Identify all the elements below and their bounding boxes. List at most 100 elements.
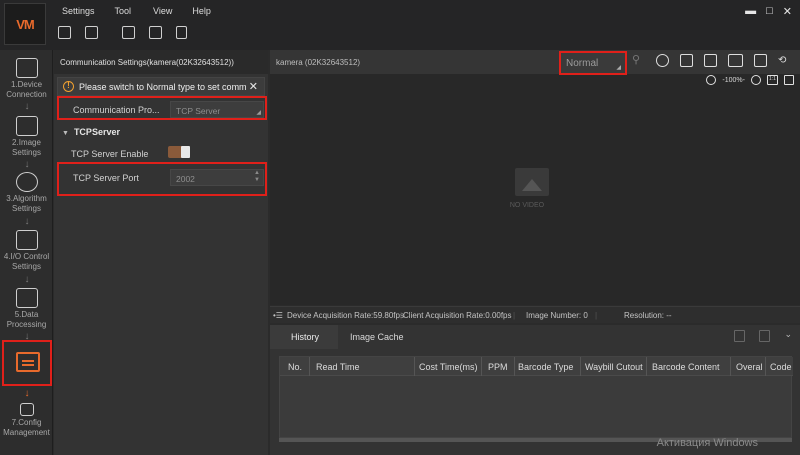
- viewer-toolbar: kamera (02K32643512) Normal ◢ ⚲ ⟲: [270, 50, 800, 75]
- zoom-level: -100%-: [722, 76, 745, 84]
- step-label: 4.I/O Control Settings: [3, 252, 50, 271]
- warning-banner: ! Please switch to Normal type to set co…: [57, 77, 265, 96]
- history-actions: ⌄: [734, 329, 792, 342]
- record-icon[interactable]: [656, 54, 669, 67]
- col-overall[interactable]: Overal: [736, 362, 763, 372]
- camera-snapshot-icon[interactable]: [704, 54, 717, 67]
- windows-activation-watermark: Активация Windows: [656, 437, 758, 449]
- minimize-button[interactable]: ▬: [745, 5, 756, 18]
- col-code[interactable]: Code: [770, 362, 792, 372]
- step-device-connection[interactable]: 1.Device Connection: [0, 58, 53, 100]
- table-header: No. Read Time Cost Time(ms) PPM Barcode …: [280, 357, 793, 376]
- col-ppm[interactable]: PPM: [488, 362, 508, 372]
- step-io-control[interactable]: 4.I/O Control Settings: [0, 230, 53, 272]
- io-control-icon: [15, 230, 38, 250]
- viewer-icons: ⚲ ⟲: [632, 54, 800, 67]
- dropdown-corner-icon: ◢: [616, 65, 621, 71]
- app-window: VM Settings Tool View Help ▬ □ ✕ 1.Devic…: [0, 0, 800, 455]
- chevron-down-icon[interactable]: ⌄: [784, 329, 792, 342]
- col-no[interactable]: No.: [288, 362, 302, 372]
- warning-icon: !: [63, 81, 74, 92]
- spinner-icon[interactable]: ▲ ▼: [254, 170, 260, 184]
- add-device-icon[interactable]: [58, 26, 71, 39]
- step-label: 3.Algorithm Settings: [6, 194, 47, 213]
- tcpserver-section[interactable]: ▼ TCPServer: [62, 127, 120, 137]
- col-barcode-type[interactable]: Barcode Type: [518, 362, 573, 372]
- port-row: TCP Server Port 2002 ▲ ▼: [57, 162, 267, 196]
- trigger-off-icon[interactable]: ⚲: [632, 54, 645, 67]
- viewer-title: kamera (02K32643512): [276, 58, 361, 67]
- fullscreen-icon[interactable]: [680, 54, 693, 67]
- maximize-button[interactable]: □: [766, 5, 773, 18]
- image-gear-icon: [15, 116, 38, 136]
- chart-icon[interactable]: [149, 26, 162, 39]
- col-waybill-cutout[interactable]: Waybill Cutout: [585, 362, 643, 372]
- remove-device-icon[interactable]: [85, 26, 98, 39]
- menu-settings[interactable]: Settings: [62, 6, 95, 16]
- step-config-management[interactable]: 7.Config Management: [0, 403, 53, 438]
- mode-select[interactable]: Normal ◢: [559, 51, 627, 75]
- close-button[interactable]: ✕: [783, 5, 792, 18]
- step-communication[interactable]: [2, 340, 52, 386]
- col-barcode-content[interactable]: Barcode Content: [652, 362, 720, 372]
- zoom-in-icon[interactable]: [751, 75, 761, 85]
- toolbar: [58, 26, 201, 39]
- camera-link-icon: [15, 58, 38, 78]
- menu-help[interactable]: Help: [192, 6, 211, 16]
- status-menu-icon[interactable]: •☰: [273, 311, 283, 320]
- rotate-icon[interactable]: ⟲: [778, 54, 791, 67]
- zoom-out-icon[interactable]: [706, 75, 717, 85]
- device-rate: Device Acquisition Rate:59.80fps: [287, 311, 404, 320]
- no-video-placeholder: NO VIDEO: [510, 168, 552, 209]
- collapse-caret-icon: ▼: [62, 130, 69, 137]
- layout-icon[interactable]: [122, 26, 135, 39]
- history-table: No. Read Time Cost Time(ms) PPM Barcode …: [279, 356, 793, 438]
- clipboard-icon[interactable]: [176, 26, 187, 39]
- communication-icon: [16, 352, 40, 372]
- panel-title: Communication Settings(kamera(02K3264351…: [54, 50, 268, 74]
- protocol-row: Communication Pro... TCP Server ◢: [57, 96, 267, 120]
- image-placeholder-icon: [515, 168, 549, 196]
- tab-image-cache[interactable]: Image Cache: [350, 332, 404, 342]
- communication-settings-panel: Communication Settings(kamera(02K3264351…: [54, 50, 268, 455]
- port-input[interactable]: 2002 ▲ ▼: [170, 169, 264, 186]
- step-label: 5.Data Processing: [6, 310, 47, 329]
- history-panel: History Image Cache ⌄ No. Read Time Cost…: [270, 325, 800, 455]
- tcp-enable-toggle[interactable]: [168, 146, 190, 158]
- no-video-text: NO VIDEO: [509, 202, 545, 209]
- menu-tool[interactable]: Tool: [115, 6, 132, 16]
- export-icon[interactable]: [734, 330, 746, 342]
- col-cost-time[interactable]: Cost Time(ms): [419, 362, 478, 372]
- app-logo: VM: [4, 3, 46, 45]
- config-icon: [19, 403, 34, 416]
- algorithm-icon: [15, 172, 38, 192]
- protocol-select[interactable]: TCP Server ◢: [170, 101, 264, 118]
- image-number: Image Number: 0: [526, 311, 588, 320]
- menu-view[interactable]: View: [153, 6, 172, 16]
- enable-label: TCP Server Enable: [71, 149, 149, 159]
- step-image-settings[interactable]: 2.Image Settings: [0, 116, 53, 158]
- window-controls: ▬ □ ✕: [745, 5, 792, 18]
- trash-icon[interactable]: [759, 330, 771, 342]
- grid-layout-icon[interactable]: [754, 54, 767, 67]
- warning-text: Please switch to Normal type to set comm: [79, 81, 247, 92]
- history-tabs: History Image Cache ⌄: [270, 325, 800, 349]
- step-algorithm-settings[interactable]: 3.Algorithm Settings: [0, 172, 53, 214]
- zoom-bar: -100%- 1:1: [706, 75, 794, 85]
- step-data-processing[interactable]: 5.Data Processing: [0, 288, 53, 330]
- tab-history[interactable]: History: [270, 325, 338, 349]
- arrow-down-icon: ↓: [24, 388, 30, 399]
- zoom-fit-button[interactable]: 1:1: [767, 75, 778, 85]
- camera-viewer: kamera (02K32643512) Normal ◢ ⚲ ⟲ -100%-…: [270, 50, 800, 305]
- data-processing-icon: [15, 288, 38, 308]
- step-label: 2.Image Settings: [12, 138, 41, 157]
- col-read-time[interactable]: Read Time: [316, 362, 360, 372]
- resolution: Resolution: --: [624, 311, 672, 320]
- arrow-down-icon: ↓: [24, 216, 30, 227]
- status-bar: •☰ Device Acquisition Rate:59.80fps | Cl…: [270, 306, 800, 323]
- step-label: 1.Device Connection: [6, 80, 47, 99]
- rotate-view-icon[interactable]: [784, 75, 794, 85]
- close-warning-icon[interactable]: ✕: [249, 80, 258, 93]
- port-label: TCP Server Port: [73, 173, 139, 183]
- video-record-icon[interactable]: [728, 54, 743, 67]
